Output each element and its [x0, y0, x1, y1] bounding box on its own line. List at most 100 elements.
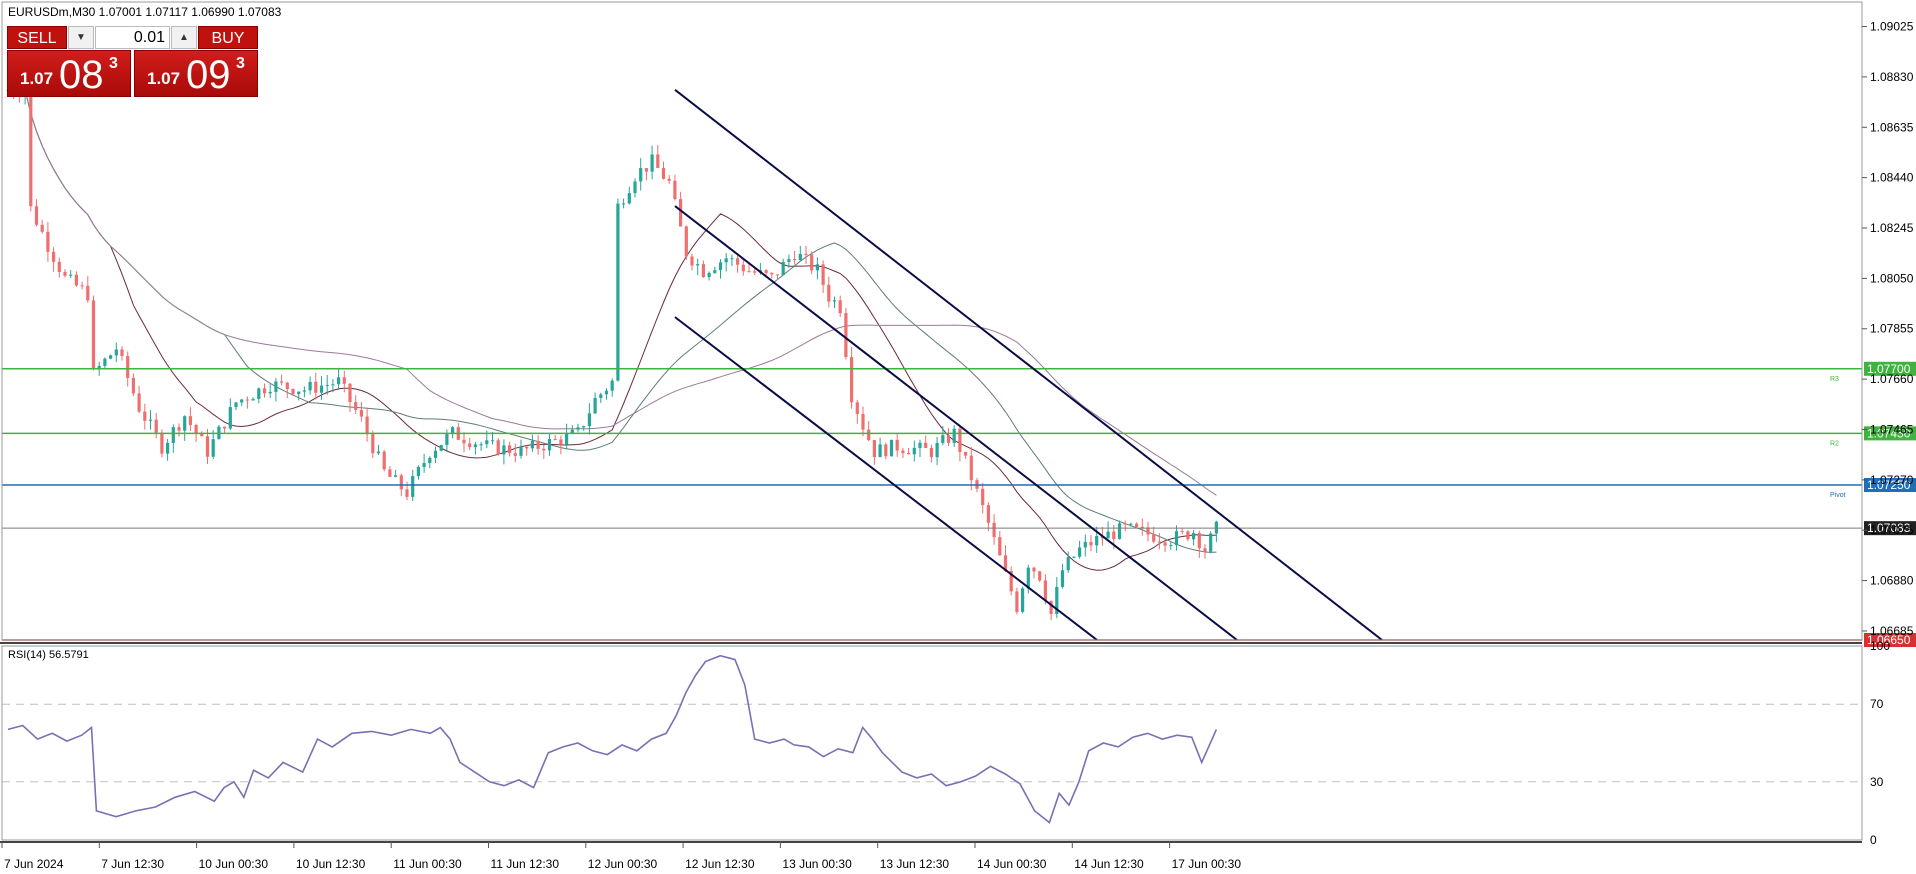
- candle-body: [1021, 588, 1025, 612]
- candle-body: [171, 427, 175, 443]
- candle-body: [775, 274, 780, 276]
- candle-body: [787, 259, 791, 262]
- candle-body: [160, 432, 164, 454]
- candle-body: [211, 439, 215, 457]
- candle-body: [724, 258, 728, 263]
- candle-body: [901, 450, 905, 454]
- candle-body: [1072, 556, 1076, 558]
- candle-body: [1186, 531, 1190, 540]
- sell-price-button[interactable]: 1.07 08 3: [7, 50, 131, 97]
- candle-body: [616, 203, 620, 381]
- candle-body: [770, 272, 774, 275]
- candle-body: [1095, 536, 1099, 546]
- chart-root: 1.07700R31.07450R21.07250Pivot1.070831.0…: [0, 0, 1916, 874]
- candle-body: [194, 424, 198, 434]
- candle-body: [319, 385, 324, 393]
- candle-body: [924, 442, 928, 449]
- candle-body: [337, 377, 341, 385]
- candle-body: [148, 419, 153, 421]
- candle-body: [40, 224, 44, 232]
- rsi-y-tick-label: 70: [1870, 697, 1884, 711]
- candle-body: [587, 413, 591, 427]
- buy-price-button[interactable]: 1.07 09 3: [134, 50, 258, 97]
- candle-body: [331, 384, 335, 386]
- candle-body: [667, 178, 671, 181]
- candle-body: [365, 416, 369, 435]
- candle-body: [958, 428, 962, 452]
- candle-body: [844, 313, 848, 358]
- candle-body: [610, 380, 614, 391]
- candle-body: [234, 402, 238, 408]
- x-tick-label: 12 Jun 00:30: [588, 857, 658, 871]
- chart-background: [0, 0, 1916, 874]
- candle-body: [810, 254, 814, 271]
- candle-body: [684, 226, 688, 257]
- candle-body: [1209, 533, 1213, 552]
- candle-body: [297, 391, 301, 395]
- candle-body: [861, 414, 865, 430]
- candle-body: [285, 382, 289, 390]
- candle-body: [998, 537, 1002, 556]
- candle-body: [701, 264, 705, 277]
- candle-body: [120, 349, 124, 356]
- candle-body: [126, 355, 130, 378]
- candle-body: [707, 272, 711, 277]
- sell-price-small: 1.07: [20, 69, 54, 88]
- candle-body: [1123, 523, 1127, 525]
- volume-input[interactable]: 0.01: [95, 26, 170, 49]
- candle-body: [736, 258, 740, 265]
- sell-button[interactable]: SELL: [7, 26, 67, 49]
- candle-body: [137, 393, 141, 412]
- candle-body: [1214, 521, 1218, 534]
- candle-body: [46, 231, 50, 252]
- candle-body: [1078, 547, 1082, 557]
- candle-body: [325, 384, 329, 386]
- candle-body: [838, 300, 842, 314]
- buy-price-big: 09: [186, 53, 231, 97]
- candle-body: [519, 446, 523, 456]
- candle-body: [673, 180, 677, 200]
- candle-body: [530, 440, 534, 449]
- y-tick-label: 1.07465: [1870, 422, 1914, 436]
- rsi-y-tick-label: 30: [1870, 775, 1884, 789]
- candle-body: [257, 388, 261, 399]
- y-tick-label: 1.07270: [1870, 473, 1914, 487]
- candle-body: [1106, 531, 1110, 539]
- buy-button[interactable]: BUY: [198, 26, 258, 49]
- volume-increase-button[interactable]: ▲: [171, 26, 197, 49]
- candle-body: [895, 439, 899, 451]
- candle-body: [964, 451, 968, 456]
- candle-body: [439, 445, 443, 451]
- candle-body: [291, 389, 295, 395]
- candle-body: [103, 358, 107, 366]
- candle-body: [1112, 531, 1116, 540]
- candle-body: [131, 377, 135, 394]
- x-tick-label: 10 Jun 12:30: [296, 857, 366, 871]
- candle-body: [34, 206, 39, 225]
- candle-body: [542, 448, 546, 451]
- candle-body: [496, 440, 500, 455]
- candle-body: [969, 455, 973, 481]
- sell-price-sup: 3: [109, 55, 118, 72]
- candle-body: [793, 259, 797, 261]
- candle-body: [274, 381, 278, 392]
- candle-body: [314, 381, 318, 393]
- candle-body: [821, 264, 825, 285]
- candle-body: [280, 381, 284, 383]
- candle-body: [622, 203, 626, 205]
- candle-body: [245, 399, 249, 401]
- volume-decrease-button[interactable]: ▼: [68, 26, 94, 49]
- y-tick-label: 1.08830: [1870, 70, 1914, 84]
- candle-body: [679, 199, 683, 227]
- candle-body: [753, 271, 757, 273]
- candle-body: [599, 394, 603, 399]
- candle-body: [855, 402, 859, 415]
- candle-body: [200, 433, 204, 437]
- candle-body: [582, 426, 586, 428]
- candle-body: [399, 475, 403, 490]
- candle-body: [639, 168, 643, 182]
- candle-body: [804, 253, 808, 255]
- x-tick-label: 10 Jun 00:30: [199, 857, 269, 871]
- candle-body: [1152, 534, 1156, 542]
- down-arrow-icon: ▼: [76, 32, 86, 43]
